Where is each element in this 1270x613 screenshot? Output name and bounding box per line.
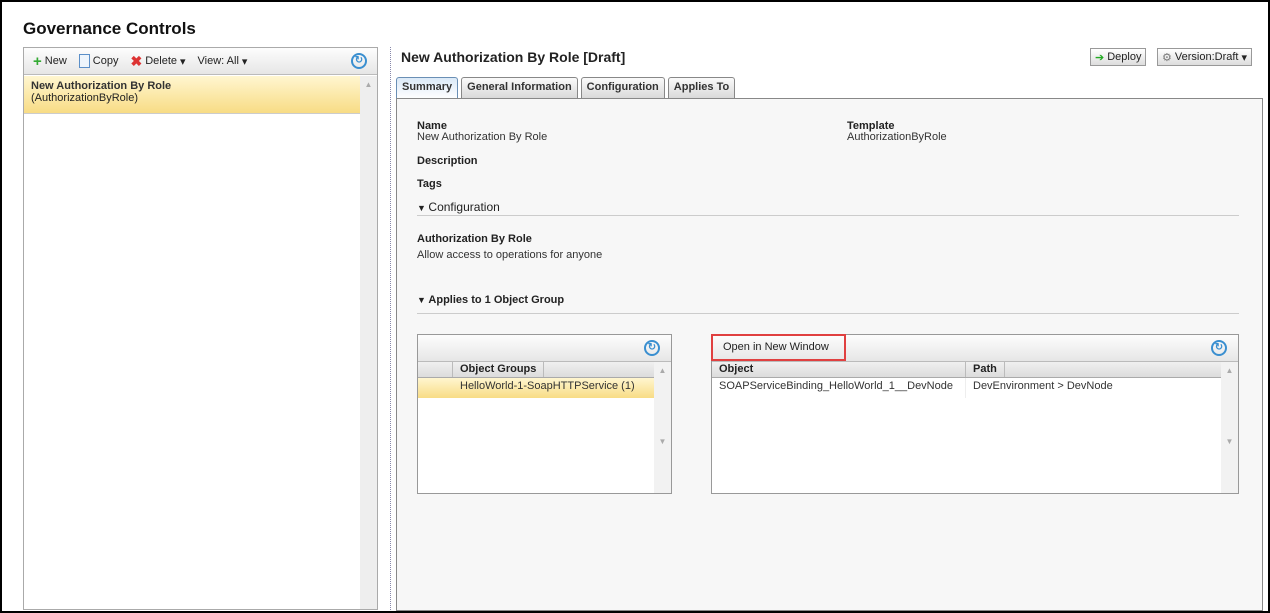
deploy-icon: ➔ — [1095, 51, 1105, 64]
open-in-new-window-button[interactable]: Open in New Window — [711, 334, 846, 361]
copy-icon — [78, 54, 90, 68]
refresh-icon[interactable]: ↻ — [1211, 340, 1227, 356]
tags-label: Tags — [417, 178, 442, 190]
collapse-icon: ▼ — [417, 203, 429, 213]
summary-content: Name New Authorization By Role Template … — [396, 98, 1263, 611]
objects-grid: Open in New Window ↻ Object Path SOAPServ… — [711, 334, 1239, 494]
applies-section-header[interactable]: ▼ Applies to 1 Object Group — [417, 294, 1239, 314]
table-row[interactable]: SOAPServiceBinding_HelloWorld_1__DevNode… — [712, 378, 1221, 398]
list-scrollbar[interactable]: ▲ — [360, 76, 377, 609]
deploy-button[interactable]: ➔ Deploy — [1090, 48, 1147, 66]
gear-icon: ⚙ — [1162, 51, 1172, 64]
refresh-icon[interactable]: ↻ — [644, 340, 660, 356]
detail-title: New Authorization By Role [Draft] — [401, 49, 626, 65]
copy-button[interactable]: Copy — [78, 54, 118, 68]
tab-applies-to[interactable]: Applies To — [667, 77, 736, 99]
new-button[interactable]: + New — [33, 53, 67, 70]
collapse-icon: ▼ — [417, 295, 429, 305]
list-item[interactable]: New Authorization By Role (Authorization… — [24, 76, 360, 114]
refresh-icon[interactable]: ↻ — [351, 53, 367, 69]
configuration-section-header[interactable]: ▼ Configuration — [417, 200, 1239, 216]
config-description: Allow access to operations for anyone — [417, 249, 603, 261]
page-title: Governance Controls — [23, 19, 196, 38]
controls-list-panel: + New Copy ✖ Delete ▾ View: All ▾ ↻ New Au… — [23, 47, 378, 610]
column-header-object[interactable]: Object — [712, 362, 966, 377]
plus-icon: + — [33, 52, 42, 70]
object-groups-grid: ↻ Object Groups HelloWorld-1-SoapHTTPSer… — [417, 334, 672, 494]
template-value: AuthorizationByRole — [847, 131, 947, 143]
description-label: Description — [417, 155, 478, 167]
view-dropdown[interactable]: View: All ▾ — [198, 55, 248, 68]
table-row[interactable]: HelloWorld-1-SoapHTTPService (1) — [418, 378, 654, 398]
tab-general-information[interactable]: General Information — [461, 77, 578, 99]
delete-icon: ✖ — [130, 52, 143, 69]
delete-button[interactable]: ✖ Delete ▾ — [130, 53, 185, 70]
list-toolbar: + New Copy ✖ Delete ▾ View: All ▾ — [24, 48, 377, 75]
column-header-path[interactable]: Path — [966, 362, 1005, 377]
config-title: Authorization By Role — [417, 233, 532, 245]
panel-splitter[interactable] — [390, 47, 391, 610]
objects-scrollbar[interactable]: ▲ ▼ — [1221, 362, 1238, 493]
version-dropdown[interactable]: ⚙ Version:Draft ▾ — [1157, 48, 1252, 66]
tab-summary[interactable]: Summary — [396, 77, 459, 99]
column-header-object-groups[interactable]: Object Groups — [453, 362, 545, 377]
detail-tabs: Summary General Information Configuratio… — [396, 77, 736, 99]
name-value: New Authorization By Role — [417, 131, 548, 143]
groups-scrollbar[interactable]: ▲ ▼ — [654, 362, 671, 493]
tab-configuration[interactable]: Configuration — [580, 77, 665, 99]
